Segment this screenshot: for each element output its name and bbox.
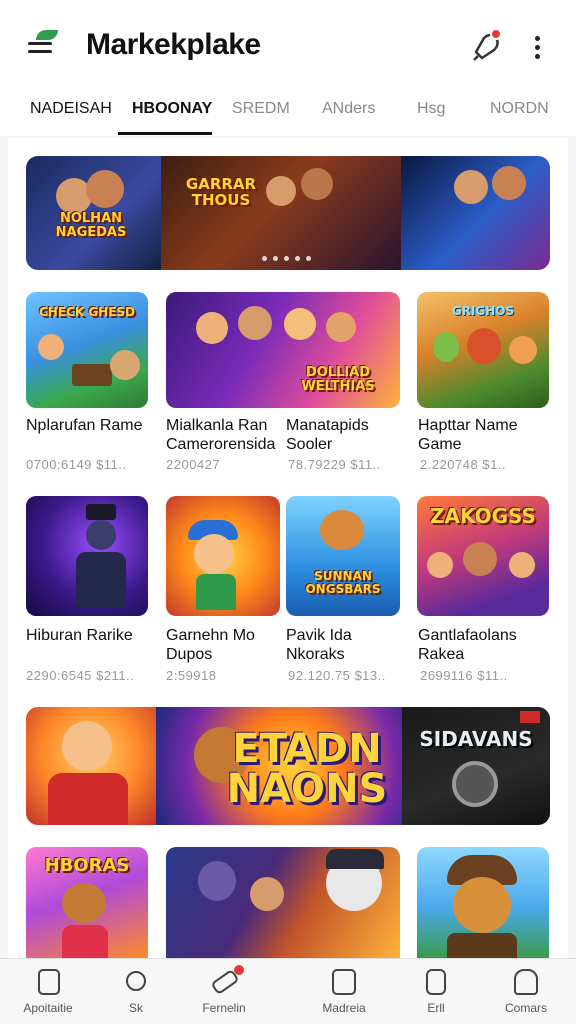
featured-banner[interactable]: NOLHAN NAGEDAS GARRAR THOUS bbox=[26, 156, 550, 270]
nav-label: Madreia bbox=[322, 1001, 366, 1015]
phone-icon bbox=[426, 969, 446, 995]
banner-right-title: SIDAVANS bbox=[419, 727, 533, 751]
game-cover[interactable]: GRIGHOS bbox=[417, 292, 549, 408]
game-meta: 2290:6545 $211.. bbox=[26, 668, 135, 683]
game-cover[interactable]: DOLLIAD WELTHIAS bbox=[166, 292, 400, 408]
tablet-icon bbox=[38, 969, 60, 995]
app-title: Markekplake bbox=[86, 28, 261, 61]
cover-title: HBORAS bbox=[44, 855, 130, 876]
app-bar: Markekplake bbox=[0, 0, 576, 96]
cover-title: ZAKOGSS bbox=[430, 504, 536, 528]
game-meta: 2699116 $11.. bbox=[420, 668, 508, 683]
more-vertical-icon[interactable] bbox=[528, 34, 548, 62]
cover-title: SUNNAN ONGSBARS bbox=[305, 569, 381, 596]
game-meta: 0700:6149 $11.. bbox=[26, 457, 127, 472]
cover-title: CHECK GHESD bbox=[38, 305, 136, 319]
game-meta: 92.120.75 $13.. bbox=[288, 668, 386, 683]
notification-bell-icon[interactable] bbox=[470, 28, 504, 64]
game-title[interactable]: Hapttar Name Game bbox=[418, 416, 558, 454]
nav-label: Fernelin bbox=[202, 1001, 246, 1015]
game-cover[interactable]: HBORAS bbox=[26, 847, 148, 958]
tab-sredm[interactable]: SREDM bbox=[232, 100, 290, 136]
game-title[interactable]: Manatapids Sooler bbox=[286, 416, 406, 454]
promo-banner[interactable]: ETADN NAONS SIDAVANS bbox=[26, 707, 550, 825]
nav-item-madreia[interactable]: Madreia bbox=[296, 959, 392, 1024]
notification-badge bbox=[490, 28, 502, 40]
game-title[interactable]: Pavik Ida Nkoraks bbox=[286, 626, 406, 664]
menu-icon[interactable] bbox=[28, 30, 58, 58]
nav-item-sk[interactable]: Sk bbox=[88, 959, 184, 1024]
tab-nordn[interactable]: NORDN bbox=[490, 100, 549, 136]
game-cover[interactable] bbox=[166, 496, 280, 616]
tab-anders[interactable]: ANders bbox=[322, 100, 375, 136]
nav-item-apoitaitie[interactable]: Apoitaitie bbox=[0, 959, 96, 1024]
game-title[interactable]: Garnehn Mo Dupos bbox=[166, 626, 286, 664]
nav-label: Erll bbox=[427, 1001, 445, 1015]
game-cover[interactable]: ZAKOGSS bbox=[417, 496, 549, 616]
nav-item-erll[interactable]: Erll bbox=[388, 959, 484, 1024]
tab-hboonay[interactable]: HBOONAY bbox=[132, 100, 212, 136]
game-title[interactable]: Gantlafaolans Rakea bbox=[418, 626, 558, 664]
game-meta: 2:59918 bbox=[166, 668, 217, 683]
banner-center-text: GARRAR THOUS bbox=[185, 175, 257, 209]
cover-title: GRIGHOS bbox=[451, 304, 515, 318]
banner-left-text: NOLHAN NAGEDAS bbox=[55, 211, 127, 240]
game-cover[interactable] bbox=[417, 847, 549, 958]
nav-label: Sk bbox=[128, 1001, 143, 1015]
search-icon bbox=[126, 971, 146, 991]
game-cover[interactable]: SUNNAN ONGSBARS bbox=[286, 496, 400, 616]
tab-nadeisah[interactable]: NADEISAH bbox=[30, 100, 112, 136]
game-meta: 78.79229 $11.. bbox=[288, 457, 381, 472]
game-title[interactable]: Hiburan Rarike bbox=[26, 626, 156, 645]
document-icon bbox=[332, 969, 356, 995]
game-meta: 2200427 bbox=[166, 457, 221, 472]
nav-label: Apoitaitie bbox=[23, 1001, 73, 1015]
game-title[interactable]: Mialkanla Ran Camerorensida bbox=[166, 416, 286, 454]
game-cover[interactable] bbox=[166, 847, 400, 958]
game-cover[interactable]: CHECK GHESD bbox=[26, 292, 148, 408]
carousel-dots[interactable] bbox=[262, 256, 322, 264]
cover-title: DOLLIAD WELTHIAS bbox=[301, 365, 375, 394]
tab-hsg[interactable]: Hsg bbox=[417, 100, 445, 136]
nav-label: Comars bbox=[504, 1001, 547, 1015]
category-tabs: NADEISAH HBOONAY SREDM ANders Hsg NORDN bbox=[0, 96, 576, 136]
bottom-navigation: Apoitaitie Sk Fernelin Madreia Erll Coma… bbox=[0, 958, 576, 1024]
banner-title: ETADN NAONS bbox=[226, 726, 388, 812]
game-cover[interactable] bbox=[26, 496, 148, 616]
game-title[interactable]: Nplarufan Rame bbox=[26, 416, 156, 435]
nav-item-fernelin[interactable]: Fernelin bbox=[176, 959, 272, 1024]
active-tab-indicator bbox=[118, 132, 212, 135]
game-meta: 2.220748 $1.. bbox=[420, 457, 507, 472]
nav-badge bbox=[234, 965, 244, 975]
nav-item-comars[interactable]: Comars bbox=[478, 959, 574, 1024]
person-icon bbox=[514, 969, 538, 995]
